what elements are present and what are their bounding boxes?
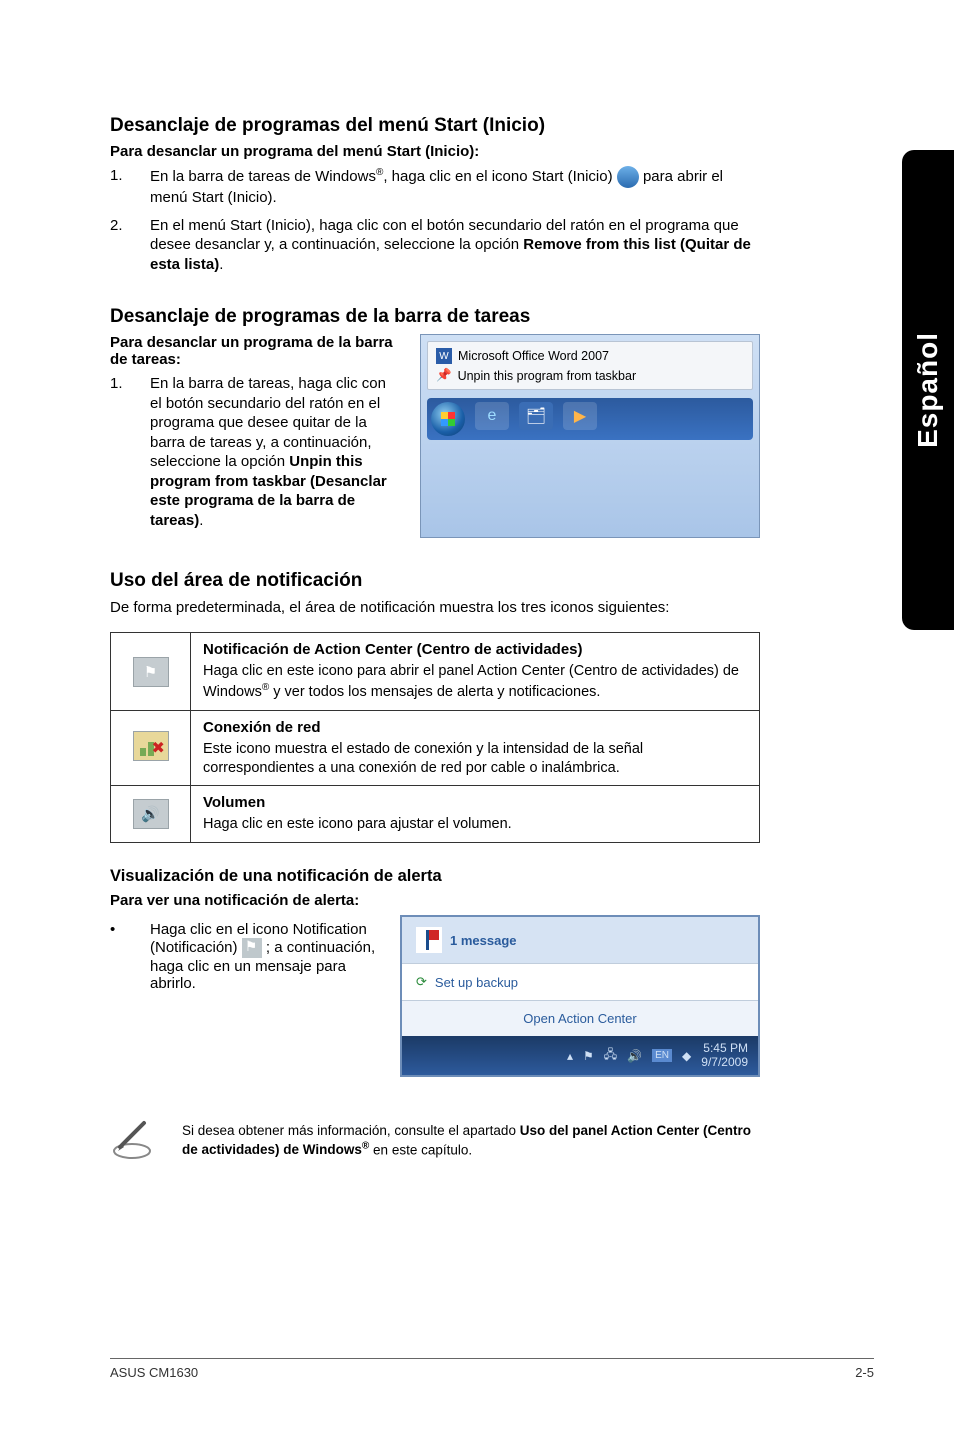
taskbar-context-menu-screenshot: W Microsoft Office Word 2007 📌 Unpin thi…	[420, 334, 760, 538]
page-footer: ASUS CM1630 2-5	[110, 1358, 874, 1380]
language-label: Español	[912, 332, 944, 448]
sec4-bullet: • Haga clic en el icono Notification (No…	[110, 921, 380, 992]
alert-flag-icon	[416, 927, 442, 953]
action-center-icon: ⚑	[133, 657, 169, 687]
note-block: Si desea obtener más información, consul…	[110, 1117, 760, 1165]
step-text: En la barra de tareas de Windows®, haga …	[150, 166, 760, 208]
step-text: En la barra de tareas, haga clic con el …	[150, 374, 400, 530]
system-tray: ▴ ⚑ 🖧 🔊 EN ◆ 5:45 PM 9/7/2009	[402, 1036, 758, 1074]
cell-title: Volumen	[203, 794, 747, 811]
table-row: 🔊 Volumen Haga clic en este icono para a…	[111, 786, 760, 843]
open-action-center-link[interactable]: Open Action Center	[402, 1000, 758, 1036]
bullet-text: Haga clic en el icono Notification (Noti…	[150, 921, 380, 992]
sec3-intro: De forma predeterminada, el área de noti…	[110, 598, 760, 618]
notification-flag-icon	[242, 938, 262, 958]
media-icon[interactable]: ▶	[563, 402, 597, 430]
explorer-icon[interactable]: 🗂	[519, 402, 553, 430]
action-center-popup-screenshot: 1 message ⟳ Set up backup Open Action Ce…	[400, 915, 760, 1076]
tray-clock[interactable]: 5:45 PM 9/7/2009	[701, 1042, 748, 1068]
alert-header: 1 message	[402, 917, 758, 963]
note-pen-icon	[110, 1117, 154, 1165]
sec2-subtitle: Para desanclar un programa de la barra d…	[110, 334, 400, 368]
section-unpin-start: Desanclaje de programas del menú Start (…	[110, 115, 760, 274]
table-row: ✖ Conexión de red Este icono muestra el …	[111, 710, 760, 786]
word-icon: W	[436, 348, 452, 364]
footer-page: 2-5	[855, 1365, 874, 1380]
cell-title: Notificación de Action Center (Centro de…	[203, 641, 747, 658]
start-orb-icon	[617, 166, 639, 188]
network-icon: ✖	[133, 731, 169, 761]
tray-lang-icon[interactable]: EN	[652, 1049, 672, 1062]
tray-extra-icon[interactable]: ◆	[682, 1049, 691, 1063]
ie-icon[interactable]: e	[475, 402, 509, 430]
note-text: Si desea obtener más información, consul…	[182, 1122, 760, 1160]
tray-flag-icon[interactable]: ⚑	[583, 1049, 594, 1063]
sec2-title: Desanclaje de programas de la barra de t…	[110, 306, 760, 328]
sec3-title: Uso del área de notificación	[110, 570, 760, 592]
page-content: Desanclaje de programas del menú Start (…	[0, 0, 870, 1165]
cell-body: Haga clic en este icono para abrir el pa…	[203, 662, 747, 702]
sec4-subtitle: Para ver una notificación de alerta:	[110, 892, 760, 909]
unpin-icon: 📌	[436, 368, 452, 383]
section-unpin-taskbar: Desanclaje de programas de la barra de t…	[110, 306, 760, 538]
cell-title: Conexión de red	[203, 719, 747, 736]
step-number: 1.	[110, 374, 150, 530]
sec2-step1: 1. En la barra de tareas, haga clic con …	[110, 374, 400, 530]
sec1-step1: 1. En la barra de tareas de Windows®, ha…	[110, 166, 760, 208]
section-notification-area: Uso del área de notificación De forma pr…	[110, 570, 760, 1165]
menu-item-word[interactable]: W Microsoft Office Word 2007	[428, 346, 752, 366]
cell-body: Este icono muestra el estado de conexión…	[203, 740, 747, 778]
tray-up-icon[interactable]: ▴	[567, 1049, 573, 1063]
tray-network-icon[interactable]: 🖧	[604, 1045, 617, 1066]
backup-icon: ⟳	[416, 974, 427, 990]
taskbar: e 🗂 ▶	[427, 398, 753, 440]
alert-item-backup[interactable]: ⟳ Set up backup	[402, 963, 758, 1000]
alert-message-count[interactable]: 1 message	[450, 933, 517, 948]
cell-body: Haga clic en este icono para ajustar el …	[203, 815, 747, 834]
start-button[interactable]	[431, 402, 465, 436]
sec1-step2: 2. En el menú Start (Inicio), haga clic …	[110, 216, 760, 275]
language-side-tab: Español	[902, 150, 954, 630]
footer-model: ASUS CM1630	[110, 1365, 198, 1380]
step-number: 1.	[110, 166, 150, 208]
step-text: En el menú Start (Inicio), haga clic con…	[150, 216, 760, 275]
sec1-subtitle: Para desanclar un programa del menú Star…	[110, 143, 760, 160]
table-row: ⚑ Notificación de Action Center (Centro …	[111, 633, 760, 711]
notification-table: ⚑ Notificación de Action Center (Centro …	[110, 632, 760, 843]
step-number: 2.	[110, 216, 150, 275]
sec1-title: Desanclaje de programas del menú Start (…	[110, 115, 760, 137]
context-menu: W Microsoft Office Word 2007 📌 Unpin thi…	[427, 341, 753, 390]
bullet-marker: •	[110, 921, 150, 992]
tray-volume-icon[interactable]: 🔊	[627, 1049, 642, 1063]
menu-item-unpin[interactable]: 📌 Unpin this program from taskbar	[428, 366, 752, 385]
volume-icon: 🔊	[133, 799, 169, 829]
sec4-title: Visualización de una notificación de ale…	[110, 867, 760, 886]
